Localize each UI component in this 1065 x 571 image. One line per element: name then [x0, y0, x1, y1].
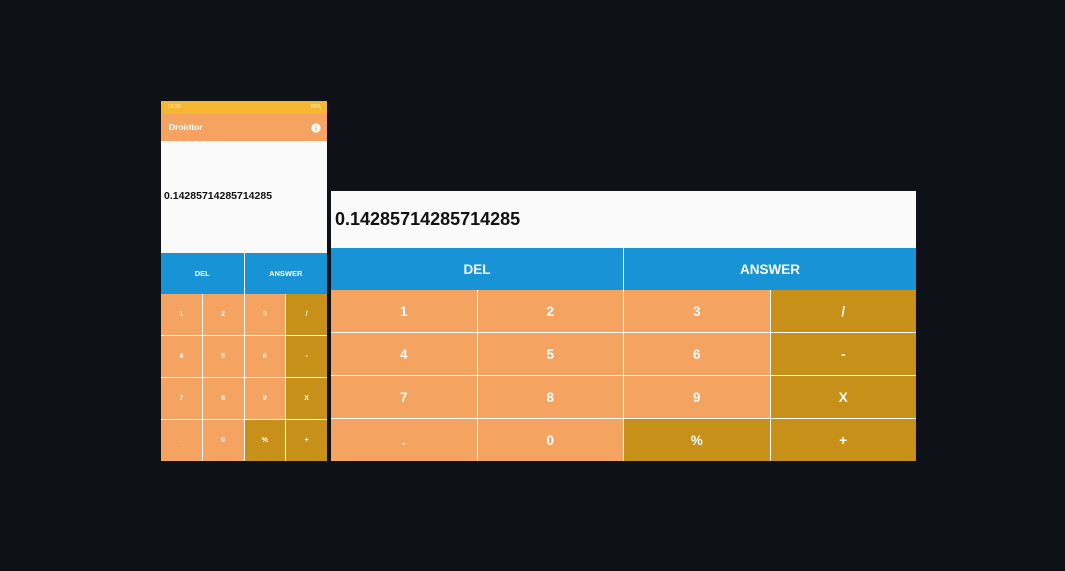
key-7-button[interactable]: 7: [331, 376, 477, 418]
action-row: DEL ANSWER: [161, 253, 327, 294]
key-6-button[interactable]: 6: [244, 336, 286, 377]
key-divide-button[interactable]: /: [286, 294, 327, 335]
answer-button[interactable]: ANSWER: [244, 253, 327, 294]
keypad: 1 2 3/ 4 5 6- 7 8 9 X. 0% +: [161, 294, 327, 461]
key-0-button[interactable]: 0: [477, 419, 623, 461]
key-5-button[interactable]: 5: [202, 336, 244, 377]
status-time: 15:33: [168, 104, 181, 110]
info-icon[interactable]: [311, 123, 321, 133]
key-2-button[interactable]: 2: [202, 294, 244, 335]
key-3-button[interactable]: 3: [244, 294, 286, 335]
key-4-button[interactable]: 4: [161, 336, 202, 377]
status-bar: 15:33 89%: [161, 101, 327, 114]
key-percent-button[interactable]: %: [244, 420, 286, 461]
key-1-button[interactable]: 1: [161, 294, 202, 335]
key-plus-button[interactable]: +: [770, 419, 916, 461]
key-1-button[interactable]: 1: [331, 290, 477, 332]
key-5-button[interactable]: 5: [477, 333, 623, 375]
key-minus-button[interactable]: -: [770, 333, 916, 375]
action-row: DEL ANSWER: [331, 248, 916, 290]
del-button[interactable]: DEL: [161, 253, 244, 294]
key-9-button[interactable]: 9: [624, 376, 770, 418]
phone-portrait-screen: 15:33 89% Droidtor 0.14285714285714285 D…: [161, 101, 327, 461]
key-8-button[interactable]: 8: [477, 376, 623, 418]
key-3-button[interactable]: 3: [624, 290, 770, 332]
key-9-button[interactable]: 9: [244, 378, 286, 419]
key-7-button[interactable]: 7: [161, 378, 202, 419]
tablet-landscape-screen: 0.14285714285714285 DEL ANSWER 1 2 3/ 4 5 6- 7…: [331, 191, 916, 461]
del-button[interactable]: DEL: [331, 248, 623, 290]
keypad: 1 2 3/ 4 5 6- 7 8 9 X. 0% +: [331, 290, 916, 461]
key-multiply-button[interactable]: X: [286, 378, 327, 419]
key-4-button[interactable]: 4: [331, 333, 477, 375]
key-decimal-button[interactable]: .: [161, 420, 202, 461]
key-0-button[interactable]: 0: [202, 420, 244, 461]
app-title: Droidtor: [169, 122, 203, 132]
key-decimal-button[interactable]: .: [331, 419, 477, 461]
key-multiply-button[interactable]: X: [770, 376, 916, 418]
key-6-button[interactable]: 6: [624, 333, 770, 375]
app-bar: Droidtor: [161, 114, 327, 141]
key-plus-button[interactable]: +: [286, 420, 327, 461]
key-2-button[interactable]: 2: [477, 290, 623, 332]
display-value: 0.14285714285714285: [164, 190, 273, 202]
key-8-button[interactable]: 8: [202, 378, 244, 419]
answer-button[interactable]: ANSWER: [624, 248, 916, 290]
status-battery: 89%: [310, 104, 321, 110]
calculator-display: 0.14285714285714285: [161, 141, 327, 253]
key-percent-button[interactable]: %: [624, 419, 770, 461]
key-minus-button[interactable]: -: [286, 336, 327, 377]
display-value: 0.14285714285714285: [335, 209, 521, 229]
key-divide-button[interactable]: /: [770, 290, 916, 332]
calculator-display: 0.14285714285714285: [331, 191, 916, 248]
